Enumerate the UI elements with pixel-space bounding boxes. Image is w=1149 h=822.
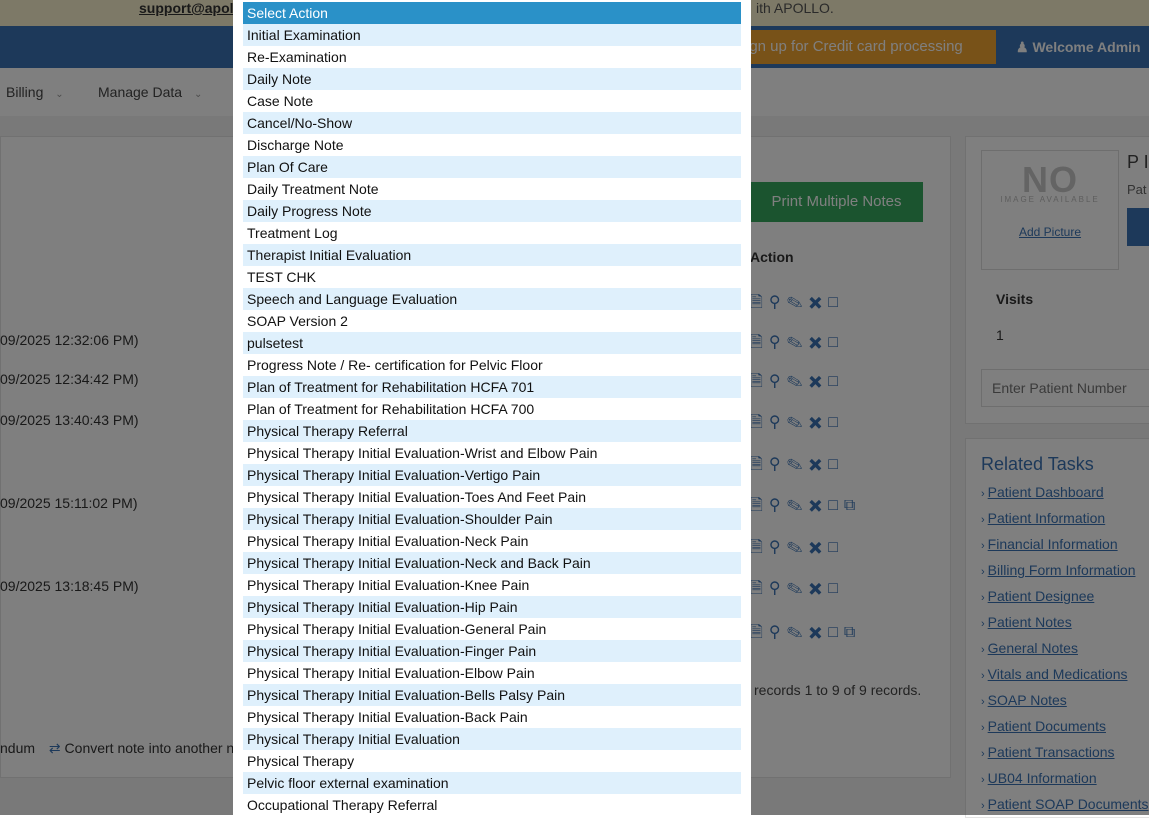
dropdown-option[interactable]: Physical Therapy Initial Evaluation-Fing…: [243, 640, 741, 662]
dropdown-option[interactable]: Daily Progress Note: [243, 200, 741, 222]
dropdown-option[interactable]: Physical Therapy Initial Evaluation-Bell…: [243, 684, 741, 706]
dropdown-option[interactable]: Physical Therapy Initial Evaluation-Toes…: [243, 486, 741, 508]
dropdown-option[interactable]: Physical Therapy Initial Evaluation-Wris…: [243, 442, 741, 464]
dropdown-option[interactable]: Physical Therapy Initial Evaluation-Neck…: [243, 530, 741, 552]
dropdown-option[interactable]: Speech and Language Evaluation: [243, 288, 741, 310]
dropdown-option[interactable]: Physical Therapy Referral: [243, 420, 741, 442]
dropdown-option[interactable]: Plan Of Care: [243, 156, 741, 178]
dropdown-option[interactable]: Physical Therapy Initial Evaluation-Neck…: [243, 552, 741, 574]
dropdown-option[interactable]: Physical Therapy Initial Evaluation-Knee…: [243, 574, 741, 596]
dropdown-option[interactable]: Daily Treatment Note: [243, 178, 741, 200]
dropdown-option[interactable]: Progress Note / Re- certification for Pe…: [243, 354, 741, 376]
select-action-dropdown: Select Action Initial Examination Re-Exa…: [233, 0, 751, 815]
dropdown-option[interactable]: Case Note: [243, 90, 741, 112]
dropdown-option[interactable]: Initial Examination: [243, 24, 741, 46]
dropdown-option[interactable]: Physical Therapy Initial Evaluation-Vert…: [243, 464, 741, 486]
dropdown-option[interactable]: Therapist Initial Evaluation: [243, 244, 741, 266]
dropdown-option[interactable]: Plan of Treatment for Rehabilitation HCF…: [243, 398, 741, 420]
dropdown-option[interactable]: TEST CHK: [243, 266, 741, 288]
dropdown-option[interactable]: SOAP Version 2: [243, 310, 741, 332]
dropdown-option[interactable]: Occupational Therapy Referral: [243, 794, 741, 815]
dropdown-option[interactable]: Discharge Note: [243, 134, 741, 156]
dropdown-option[interactable]: Treatment Log: [243, 222, 741, 244]
dropdown-option[interactable]: Physical Therapy Initial Evaluation-Gene…: [243, 618, 741, 640]
dropdown-option[interactable]: Re-Examination: [243, 46, 741, 68]
dropdown-option[interactable]: Physical Therapy Initial Evaluation-Hip …: [243, 596, 741, 618]
dropdown-option[interactable]: Cancel/No-Show: [243, 112, 741, 134]
dropdown-option[interactable]: Physical Therapy: [243, 750, 741, 772]
dropdown-option[interactable]: pulsetest: [243, 332, 741, 354]
dropdown-option[interactable]: Daily Note: [243, 68, 741, 90]
dropdown-option-selected[interactable]: Select Action: [243, 2, 741, 24]
dropdown-option[interactable]: Physical Therapy Initial Evaluation-Back…: [243, 706, 741, 728]
select-action-options: Select Action Initial Examination Re-Exa…: [243, 2, 741, 815]
dropdown-option[interactable]: Physical Therapy Initial Evaluation-Shou…: [243, 508, 741, 530]
dropdown-option[interactable]: Physical Therapy Initial Evaluation: [243, 728, 741, 750]
dropdown-option[interactable]: Physical Therapy Initial Evaluation-Elbo…: [243, 662, 741, 684]
dropdown-option[interactable]: Pelvic floor external examination: [243, 772, 741, 794]
dropdown-option[interactable]: Plan of Treatment for Rehabilitation HCF…: [243, 376, 741, 398]
